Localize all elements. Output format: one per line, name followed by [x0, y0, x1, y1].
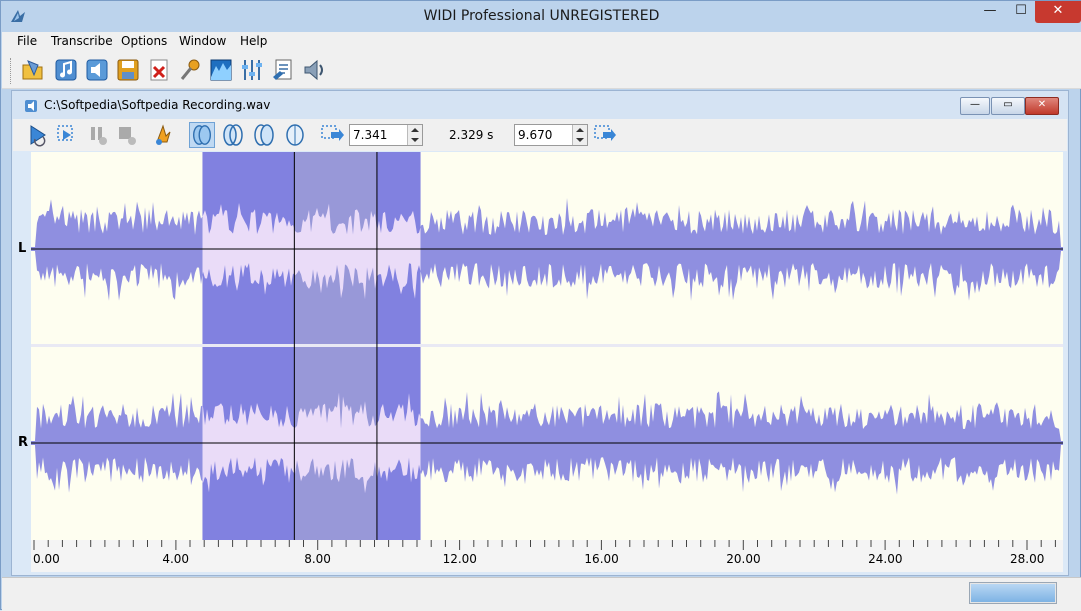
- play-icon[interactable]: [25, 122, 51, 148]
- menu-bar: File Transcribe Options Window Help: [2, 32, 1081, 52]
- pause-icon[interactable]: [85, 122, 111, 148]
- spectrum-icon[interactable]: [208, 57, 234, 83]
- selection-start-icon[interactable]: [319, 122, 345, 148]
- speaker-icon[interactable]: [84, 57, 110, 83]
- play-selection-icon[interactable]: [54, 122, 80, 148]
- selection-end-value[interactable]: 9.670: [518, 128, 552, 142]
- selection-start-arrows[interactable]: [407, 125, 422, 145]
- transcribe-icon[interactable]: [151, 122, 177, 148]
- ruler-label: 24.00: [868, 552, 903, 566]
- save-disk-icon[interactable]: [115, 57, 141, 83]
- document-maximize-button[interactable]: ▭: [991, 97, 1025, 115]
- document-toolbar: 7.341 2.329 s 9.670: [13, 119, 1067, 151]
- title-bar[interactable]: WIDI Professional UNREGISTERED — ☐ ✕: [1, 1, 1081, 32]
- document-window: C:\Softpedia\Softpedia Recording.wav — ▭…: [11, 90, 1069, 576]
- document-title-bar[interactable]: C:\Softpedia\Softpedia Recording.wav — ▭…: [12, 91, 1068, 119]
- channel-left-icon[interactable]: [220, 122, 246, 148]
- ruler-label: 16.00: [584, 552, 619, 566]
- ruler-label: 20.00: [726, 552, 761, 566]
- minimize-button[interactable]: —: [973, 1, 1007, 23]
- menu-options[interactable]: Options: [121, 34, 167, 48]
- menu-file[interactable]: File: [17, 34, 37, 48]
- music-note-icon[interactable]: [53, 57, 79, 83]
- ruler-label: 12.00: [442, 552, 477, 566]
- equalizer-icon[interactable]: [239, 57, 265, 83]
- channel-label-left: L: [18, 241, 27, 256]
- selection-start-spinner[interactable]: 7.341: [349, 124, 423, 146]
- progress-fill: [971, 584, 1055, 602]
- volume-icon[interactable]: [301, 57, 327, 83]
- document-title: C:\Softpedia\Softpedia Recording.wav: [44, 98, 271, 112]
- document-close-button[interactable]: ✕: [1025, 97, 1059, 115]
- close-button[interactable]: ✕: [1035, 1, 1081, 23]
- document-minimize-button[interactable]: —: [960, 97, 990, 115]
- channel-right-icon[interactable]: [251, 122, 277, 148]
- spin-up-icon[interactable]: [576, 128, 584, 132]
- ruler-label: 8.00: [304, 552, 331, 566]
- status-bar: [2, 577, 1081, 611]
- selection-end-icon[interactable]: [593, 122, 619, 148]
- properties-icon[interactable]: [270, 57, 296, 83]
- maximize-button[interactable]: ☐: [1007, 1, 1035, 23]
- spin-up-icon[interactable]: [411, 128, 419, 132]
- selection-start-value[interactable]: 7.341: [353, 128, 387, 142]
- ruler-label: 4.00: [162, 552, 190, 566]
- main-toolbar: [2, 52, 1081, 89]
- channel-label-right: R: [18, 435, 29, 450]
- toolbar-grip[interactable]: [10, 58, 14, 84]
- channel-stereo-icon[interactable]: [189, 122, 215, 148]
- close-file-icon[interactable]: [146, 57, 172, 83]
- ruler-ticks: [33, 540, 1056, 550]
- selection-end-spinner[interactable]: 9.670: [514, 124, 588, 146]
- open-folder-icon[interactable]: [20, 57, 46, 83]
- menu-help[interactable]: Help: [240, 34, 267, 48]
- microphone-icon[interactable]: [177, 57, 203, 83]
- selection-end-arrows[interactable]: [572, 125, 587, 145]
- waveform-view[interactable]: [31, 152, 1063, 540]
- window-title: WIDI Professional UNREGISTERED: [423, 8, 660, 24]
- progress-bar: [969, 582, 1057, 604]
- ruler-label: 28.00: [1010, 552, 1045, 566]
- channel-divider: [31, 344, 1063, 347]
- menu-transcribe[interactable]: Transcribe: [51, 34, 113, 48]
- menu-window[interactable]: Window: [179, 34, 226, 48]
- ruler-label: 0.00: [33, 552, 60, 566]
- time-ruler[interactable]: 0.00 4.00 8.00 12.00 16.00 20.00 24.00 28.00: [31, 540, 1063, 572]
- app-window: WIDI Professional UNREGISTERED — ☐ ✕ Fil…: [0, 0, 1081, 611]
- selection-length: 2.329 s: [449, 128, 494, 142]
- channel-mix-icon[interactable]: [282, 122, 308, 148]
- document-icon: [25, 100, 37, 112]
- spin-down-icon[interactable]: [576, 138, 584, 142]
- stop-icon[interactable]: [114, 122, 140, 148]
- spin-down-icon[interactable]: [411, 138, 419, 142]
